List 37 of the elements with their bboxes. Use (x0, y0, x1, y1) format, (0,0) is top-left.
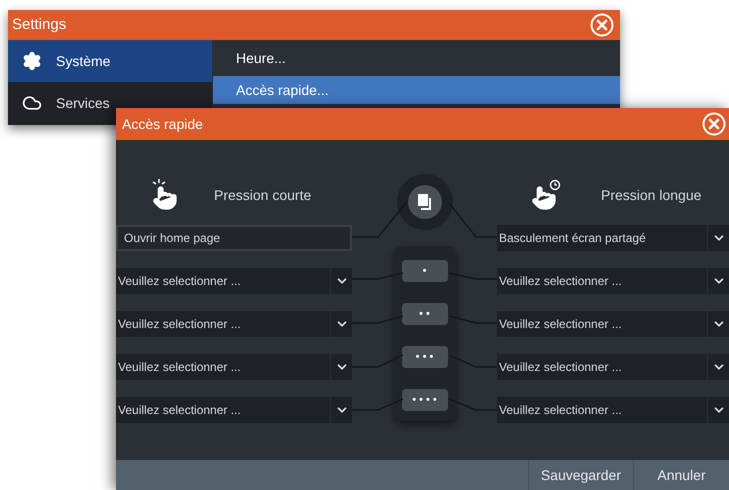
action-dropdown[interactable]: Veuillez selectionner ... (497, 311, 729, 337)
action-dropdown[interactable]: Veuillez selectionner ... (116, 397, 352, 423)
connector-line (448, 202, 497, 238)
action-dropdown[interactable]: Veuillez selectionner ... (116, 268, 352, 294)
key-button[interactable]: • • • (402, 346, 448, 368)
submenu-item[interactable]: Heure... (213, 44, 620, 72)
action-dropdown[interactable]: Veuillez selectionner ... (497, 268, 729, 294)
sidebar-item[interactable]: Système (8, 40, 212, 82)
gear-icon (22, 51, 42, 71)
key-button[interactable]: • • • • (402, 389, 448, 411)
connector-line (352, 272, 404, 280)
connector-line (352, 202, 407, 238)
copy-icon (408, 185, 442, 219)
connector-line (352, 315, 404, 324)
connector-line (352, 398, 404, 411)
action-dropdown[interactable]: Veuillez selectionner ... (497, 354, 729, 380)
close-icon[interactable] (590, 13, 614, 37)
close-icon[interactable] (702, 112, 726, 136)
column-heading: Pression courte (214, 186, 312, 204)
action-dropdown[interactable]: Veuillez selectionner ... (116, 354, 352, 380)
action-field[interactable]: Ouvrir home page (116, 225, 352, 251)
hold-hand-icon (531, 179, 561, 211)
window-title: Settings (12, 14, 66, 35)
connector-line (448, 398, 497, 411)
action-dropdown[interactable]: Veuillez selectionner ... (497, 397, 729, 423)
footer-button[interactable]: Annuler (633, 460, 729, 490)
connector-line (448, 354, 497, 368)
key-button[interactable]: • (402, 260, 448, 282)
submenu-item[interactable]: Accès rapide... (213, 76, 620, 104)
key-button[interactable]: • • (402, 303, 448, 325)
action-dropdown[interactable]: Basculement écran partagé (497, 225, 729, 251)
action-dropdown[interactable]: Veuillez selectionner ... (116, 311, 352, 337)
connector-line (448, 315, 497, 324)
connector-line (448, 272, 497, 280)
column-heading: Pression longue (601, 186, 702, 205)
connector-line (352, 354, 404, 368)
footer-button[interactable]: Sauvegarder (528, 460, 633, 490)
